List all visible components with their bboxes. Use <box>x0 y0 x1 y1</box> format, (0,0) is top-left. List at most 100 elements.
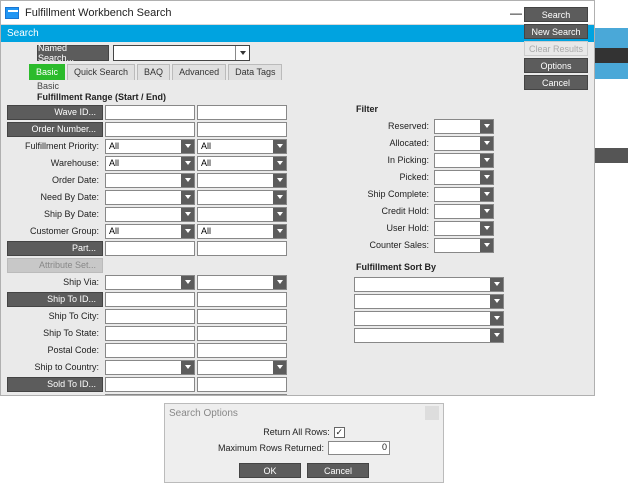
order-start[interactable] <box>105 122 195 137</box>
chevron-down-icon[interactable] <box>490 295 503 308</box>
chevron-down-icon[interactable] <box>480 239 493 252</box>
tab-baq[interactable]: BAQ <box>137 64 170 80</box>
chevron-down-icon[interactable] <box>181 361 194 374</box>
chevron-down-icon[interactable] <box>480 137 493 150</box>
shipcomplete-select[interactable] <box>434 187 494 202</box>
max-rows-label: Maximum Rows Returned: <box>218 443 324 453</box>
chevron-down-icon[interactable] <box>480 205 493 218</box>
chevron-down-icon[interactable] <box>181 140 194 153</box>
named-search-combo[interactable] <box>113 45 250 61</box>
chevron-down-icon[interactable] <box>181 157 194 170</box>
shipvia-start[interactable] <box>105 275 195 290</box>
chevron-down-icon[interactable] <box>480 171 493 184</box>
orderdate-label: Order Date: <box>7 175 103 185</box>
custgroup-end[interactable]: All <box>197 224 287 239</box>
orderdate-end[interactable] <box>197 173 287 188</box>
chevron-down-icon[interactable] <box>273 225 286 238</box>
chevron-down-icon[interactable] <box>273 208 286 221</box>
picked-select[interactable] <box>434 170 494 185</box>
part-start[interactable] <box>105 241 195 256</box>
chevron-down-icon[interactable] <box>273 276 286 289</box>
needby-end[interactable] <box>197 190 287 205</box>
shiptoid-end[interactable] <box>197 292 287 307</box>
shipby-start[interactable] <box>105 207 195 222</box>
soldtoid-button[interactable]: Sold To ID... <box>7 377 103 392</box>
options-cancel-button[interactable]: Cancel <box>307 463 369 478</box>
shiptocity-start[interactable] <box>105 309 195 324</box>
soldtoid-start[interactable] <box>105 377 195 392</box>
legend-range: Fulfillment Range (Start / End) <box>37 92 166 102</box>
return-all-checkbox[interactable]: ✓ <box>334 427 345 438</box>
order-number-button[interactable]: Order Number... <box>7 122 103 137</box>
options-ok-button[interactable]: OK <box>239 463 301 478</box>
shiptocity-end[interactable] <box>197 309 287 324</box>
sort-2[interactable] <box>354 294 504 309</box>
shiptostate-start[interactable] <box>105 326 195 341</box>
custgroup-start[interactable]: All <box>105 224 195 239</box>
cancel-button[interactable]: Cancel <box>524 80 588 90</box>
countersales-select[interactable] <box>434 238 494 253</box>
chevron-down-icon[interactable] <box>490 312 503 325</box>
sort-1[interactable] <box>354 277 504 292</box>
chevron-down-icon[interactable] <box>490 278 503 291</box>
warehouse-end[interactable]: All <box>197 156 287 171</box>
chevron-down-icon[interactable] <box>181 191 194 204</box>
chevron-down-icon[interactable] <box>480 120 493 133</box>
userhold-select[interactable] <box>434 221 494 236</box>
reserved-select[interactable] <box>434 119 494 134</box>
chevron-down-icon[interactable] <box>181 276 194 289</box>
postal-start[interactable] <box>105 343 195 358</box>
soldtoid-end[interactable] <box>197 377 287 392</box>
search-toolbar-label[interactable]: Search <box>7 28 39 39</box>
shipcountry-end[interactable] <box>197 360 287 375</box>
allocated-select[interactable] <box>434 136 494 151</box>
wave-id-end[interactable] <box>197 105 287 120</box>
countersales-label: Counter Sales: <box>354 240 432 250</box>
tab-basic[interactable]: Basic <box>29 64 65 80</box>
shiptoid-button[interactable]: Ship To ID... <box>7 292 103 307</box>
named-search-button[interactable]: Named Search... <box>37 45 109 61</box>
shipvia-label: Ship Via: <box>7 277 103 287</box>
sort-3[interactable] <box>354 311 504 326</box>
chevron-down-icon[interactable] <box>273 361 286 374</box>
order-end[interactable] <box>197 122 287 137</box>
shipvia-end[interactable] <box>197 275 287 290</box>
part-button[interactable]: Part... <box>7 241 103 256</box>
postal-label: Postal Code: <box>7 345 103 355</box>
priority-start[interactable]: All <box>105 139 195 154</box>
chevron-down-icon[interactable] <box>181 208 194 221</box>
chevron-down-icon[interactable] <box>273 157 286 170</box>
needby-start[interactable] <box>105 190 195 205</box>
chevron-down-icon[interactable] <box>273 191 286 204</box>
shipcountry-start[interactable] <box>105 360 195 375</box>
shipby-end[interactable] <box>197 207 287 222</box>
chevron-down-icon[interactable] <box>181 174 194 187</box>
wave-id-start[interactable] <box>105 105 195 120</box>
chevron-down-icon[interactable] <box>490 329 503 342</box>
shiptocity-label: Ship To City: <box>7 311 103 321</box>
postal-end[interactable] <box>197 343 287 358</box>
options-close-icon[interactable] <box>425 406 439 420</box>
chevron-down-icon[interactable] <box>480 222 493 235</box>
tab-data-tags[interactable]: Data Tags <box>228 64 282 80</box>
orderdate-start[interactable] <box>105 173 195 188</box>
custpo-input[interactable] <box>105 394 287 396</box>
tab-quick-search[interactable]: Quick Search <box>67 64 135 80</box>
sort-4[interactable] <box>354 328 504 343</box>
inpicking-select[interactable] <box>434 153 494 168</box>
warehouse-start[interactable]: All <box>105 156 195 171</box>
shiptoid-start[interactable] <box>105 292 195 307</box>
max-rows-input[interactable]: 0 <box>328 441 390 455</box>
credithold-select[interactable] <box>434 204 494 219</box>
part-end[interactable] <box>197 241 287 256</box>
shiptostate-end[interactable] <box>197 326 287 341</box>
chevron-down-icon[interactable] <box>480 188 493 201</box>
chevron-down-icon[interactable] <box>480 154 493 167</box>
chevron-down-icon[interactable] <box>181 225 194 238</box>
chevron-down-icon[interactable] <box>273 174 286 187</box>
wave-id-button[interactable]: Wave ID... <box>7 105 103 120</box>
tab-advanced[interactable]: Advanced <box>172 64 226 80</box>
chevron-down-icon[interactable] <box>273 140 286 153</box>
chevron-down-icon[interactable] <box>235 46 249 60</box>
priority-end[interactable]: All <box>197 139 287 154</box>
